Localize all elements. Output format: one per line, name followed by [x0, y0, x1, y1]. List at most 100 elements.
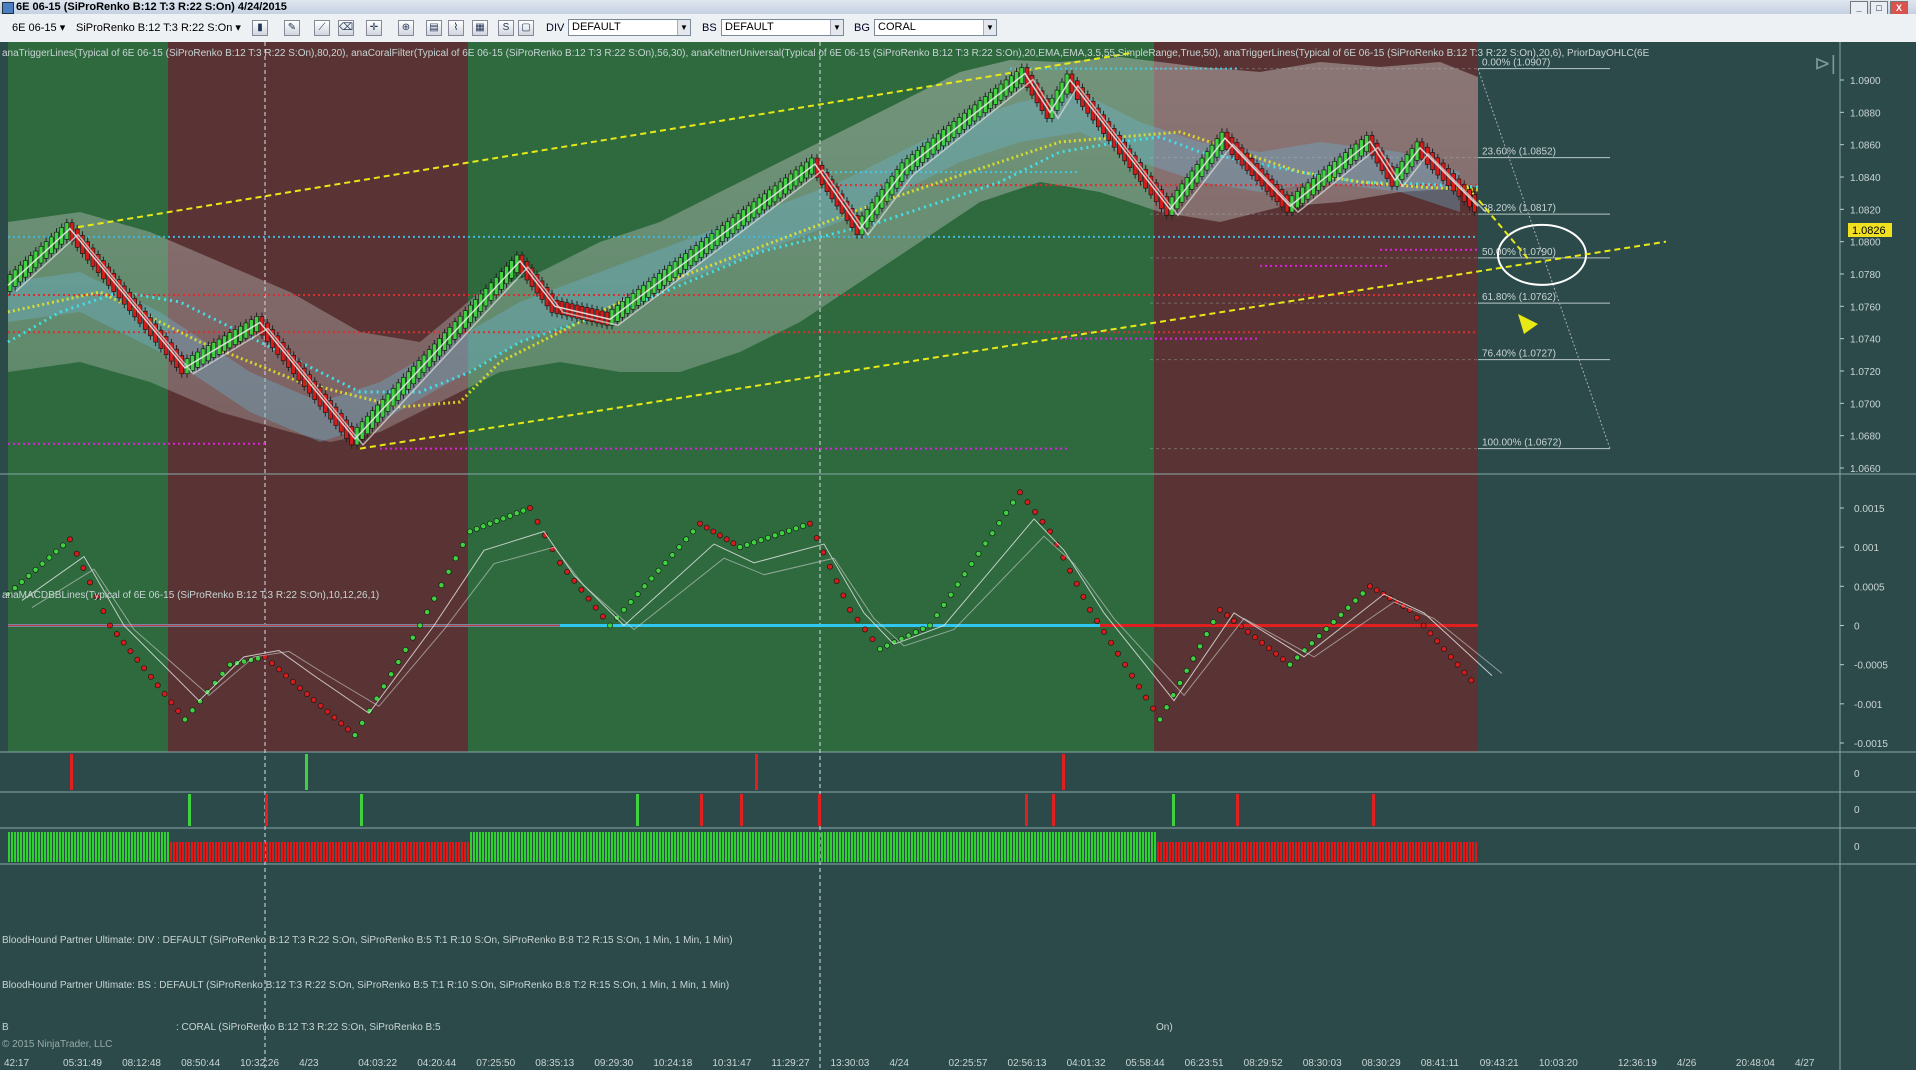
- bg-histogram-bar: [47, 832, 49, 862]
- price-tick-label: 1.0760: [1850, 302, 1881, 313]
- bg-histogram-bar: [611, 832, 613, 862]
- time-tick-label: 09:29:30: [594, 1058, 633, 1069]
- zoom-icon[interactable]: ⊕: [398, 20, 414, 36]
- bg-histogram-bar: [821, 832, 823, 862]
- bg-histogram-bar: [1151, 832, 1153, 862]
- macd-dot: [1273, 650, 1279, 657]
- bg-histogram-bar: [1475, 842, 1477, 862]
- close-button[interactable]: X: [1890, 1, 1908, 15]
- chevron-down-icon[interactable]: ▼: [677, 20, 690, 35]
- pencil-icon[interactable]: ✎: [284, 20, 300, 36]
- bg-histogram-bar: [590, 832, 592, 862]
- macd-dot: [46, 554, 53, 561]
- chevron-down-icon[interactable]: ▼: [830, 20, 843, 35]
- properties-icon[interactable]: ▤: [426, 20, 442, 36]
- macd-dot: [648, 575, 655, 582]
- bg-histogram-bar: [1031, 832, 1033, 862]
- bg-histogram-bar: [1013, 832, 1015, 862]
- bg-histogram-bar: [1451, 842, 1453, 862]
- bg-histogram-bar: [344, 842, 346, 862]
- div-dropdown[interactable]: DEFAULT ▼: [568, 19, 691, 36]
- bs-dropdown[interactable]: DEFAULT ▼: [721, 19, 844, 36]
- macd-dot: [1129, 672, 1135, 679]
- macd-dot: [310, 697, 317, 703]
- bg-histogram-bar: [758, 832, 760, 862]
- time-tick-label: 04:03:22: [358, 1058, 397, 1069]
- bg-histogram-bar: [629, 832, 631, 862]
- drawing-tool-icon[interactable]: ⟋: [314, 20, 330, 36]
- bar-type-selector[interactable]: SiProRenko B:12 T:3 R:22 S:On ▾: [76, 19, 241, 37]
- bg-histogram-bar: [473, 832, 475, 862]
- bg-histogram-bar: [809, 832, 811, 862]
- bg-histogram-bar: [278, 842, 280, 862]
- bg-histogram-bar: [614, 832, 616, 862]
- macd-dot: [607, 622, 613, 629]
- macd-dot: [452, 555, 459, 562]
- bg-histogram-bar: [1187, 842, 1189, 862]
- minimize-button[interactable]: _: [1850, 1, 1868, 15]
- macd-dot: [1087, 606, 1093, 613]
- bg-histogram-bar: [1166, 842, 1168, 862]
- bg-histogram-bar: [167, 832, 169, 862]
- bg-histogram-bar: [68, 832, 70, 862]
- eraser-icon[interactable]: ⌫: [338, 20, 354, 36]
- instrument-selector[interactable]: 6E 06-15 ▾: [12, 19, 65, 37]
- chevron-down-icon[interactable]: ▼: [983, 20, 996, 35]
- scroll-to-end-icon[interactable]: ⊳|: [1814, 53, 1836, 75]
- bg-histogram-bar: [1076, 832, 1078, 862]
- bg-histogram-bar: [254, 842, 256, 862]
- bg-histogram-bar: [74, 832, 76, 862]
- bar-style-icon[interactable]: ▮: [252, 20, 268, 36]
- bg-histogram-bar: [14, 832, 16, 862]
- bg-histogram-bar: [923, 832, 925, 862]
- bg-histogram-bar: [434, 842, 436, 862]
- crosshair-icon[interactable]: ✛: [366, 20, 382, 36]
- bg-histogram-bar: [449, 842, 451, 862]
- bg-histogram-bar: [56, 832, 58, 862]
- maximize-button[interactable]: □: [1870, 1, 1888, 15]
- bg-histogram-bar: [251, 842, 253, 862]
- macd-tick-label: 0.001: [1854, 543, 1879, 554]
- window-link-icon[interactable]: ▢: [518, 20, 534, 36]
- strategies-icon[interactable]: ▦: [472, 20, 488, 36]
- bg-histogram-bar: [1133, 832, 1135, 862]
- macd-dot: [1003, 509, 1010, 516]
- macd-tick-label: -0.001: [1854, 700, 1883, 711]
- bg-histogram-bar: [407, 842, 409, 862]
- time-tick-label: 10:31:47: [712, 1058, 751, 1069]
- div-label: DIV: [546, 22, 565, 34]
- bg-histogram-bar: [1115, 832, 1117, 862]
- bg-histogram-bar: [989, 832, 991, 862]
- macd-dot: [1266, 645, 1272, 652]
- indicators-icon[interactable]: ⌇: [448, 20, 464, 36]
- macd-dot: [772, 532, 778, 539]
- macd-dot: [1308, 640, 1315, 647]
- bg-histogram-bar: [287, 842, 289, 862]
- bg-histogram-bar: [857, 832, 859, 862]
- macd-dot: [1108, 639, 1114, 646]
- bg-histogram-bar: [77, 832, 79, 862]
- bg-histogram-bar: [497, 832, 499, 862]
- bg-histogram-bar: [860, 832, 862, 862]
- data-box-icon[interactable]: S: [498, 20, 514, 36]
- macd-dot: [1032, 509, 1038, 515]
- bg-histogram-bar: [488, 832, 490, 862]
- bg-histogram-bar: [347, 842, 349, 862]
- macd-dot: [1468, 677, 1475, 684]
- bg-histogram-bar: [368, 842, 370, 862]
- bg-histogram-bar: [1085, 832, 1087, 862]
- bg-histogram-bar: [683, 832, 685, 862]
- bg-histogram-bar: [101, 832, 103, 862]
- bg-histogram-bar: [1265, 842, 1267, 862]
- bg-histogram-bar: [383, 842, 385, 862]
- bg-histogram-bar: [1214, 842, 1216, 862]
- bg-histogram-bar: [1424, 842, 1426, 862]
- macd-dot: [634, 591, 641, 598]
- bg-histogram-bar: [1010, 832, 1012, 862]
- bg-histogram-bar: [785, 832, 787, 862]
- chart-canvas[interactable]: 1.0900 1.0880 1.0860 1.0840 1.0820 1.0800 1.07…: [0, 42, 1916, 1070]
- bg-dropdown[interactable]: CORAL ▼: [874, 19, 997, 36]
- macd-dot: [431, 595, 438, 602]
- time-tick-label: 08:35:13: [535, 1058, 574, 1069]
- bg-histogram-bar: [41, 832, 43, 862]
